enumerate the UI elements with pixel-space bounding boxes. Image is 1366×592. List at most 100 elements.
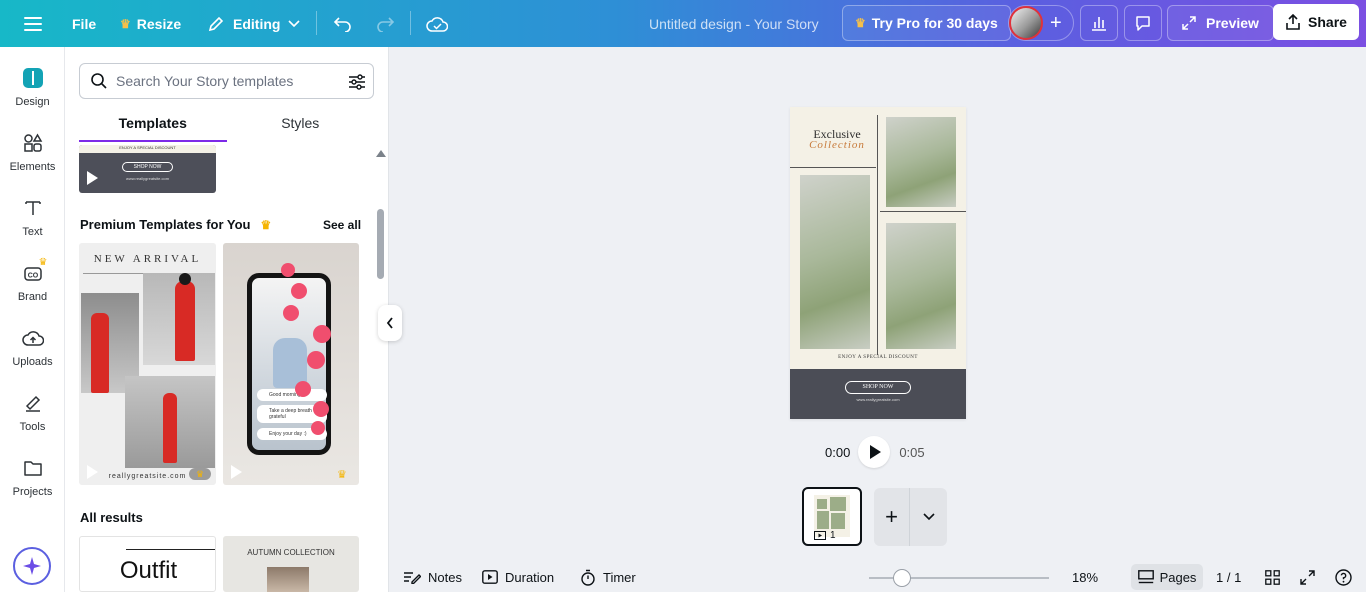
editing-label: Editing [233, 15, 281, 32]
crown-icon: ♛ [38, 257, 48, 268]
add-page-group: + [874, 488, 947, 546]
collaborators-group[interactable]: + [1008, 5, 1074, 41]
preview-button[interactable]: Preview [1167, 5, 1274, 41]
crown-icon: ♛ [855, 16, 866, 30]
fullscreen-icon[interactable] [1300, 562, 1315, 592]
templates-panel: Templates Styles ENJOY A SPECIAL DISCOUN… [65, 47, 389, 592]
rail-label-text: Text [22, 226, 43, 238]
see-all-link[interactable]: See all [323, 218, 361, 232]
rail-item-elements[interactable]: Elements [0, 126, 65, 186]
pages-icon [1137, 570, 1154, 584]
brand-icon: CO ♛ [22, 257, 47, 284]
stopwatch-icon [581, 569, 595, 586]
canvas-footer[interactable]: SHOP NOW www.reallygreatsite.com [790, 369, 966, 419]
avatar[interactable] [1009, 6, 1043, 40]
canvas-title-collection[interactable]: Collection [798, 139, 876, 151]
add-page-chevron-down-icon[interactable] [910, 488, 947, 546]
premium-heading-text: Premium Templates for You [80, 217, 251, 232]
try-pro-label: Try Pro for 30 days [871, 15, 998, 31]
play-icon [87, 171, 98, 185]
pages-button[interactable]: Pages [1131, 564, 1203, 590]
file-menu[interactable]: File [72, 0, 96, 47]
try-pro-button[interactable]: ♛ Try Pro for 30 days [842, 5, 1011, 41]
crown-icon: ♛ [120, 16, 131, 31]
help-icon[interactable] [1335, 562, 1352, 592]
rail-item-uploads[interactable]: Uploads [0, 321, 65, 381]
play-icon [87, 465, 98, 479]
canvas-area: Exclusive Collection ENJOY A SPECIAL DIS… [390, 47, 1366, 547]
design-page[interactable]: Exclusive Collection ENJOY A SPECIAL DIS… [790, 107, 966, 419]
result-template-outfit[interactable]: Outfit [79, 536, 216, 592]
left-rail: Design Elements Text CO ♛ Brand Uploads … [0, 47, 65, 592]
heart-icon [291, 283, 307, 299]
rail-item-text[interactable]: Text [0, 191, 65, 251]
resize-button[interactable]: ♛ Resize [120, 0, 181, 47]
search-box[interactable] [79, 63, 374, 99]
rail-label-uploads: Uploads [12, 356, 53, 368]
add-page-plus-icon[interactable]: + [874, 488, 910, 546]
template-thumbnail-top[interactable]: ENJOY A SPECIAL DISCOUNT SHOP NOW www.re… [79, 145, 216, 193]
menu-icon[interactable] [24, 0, 42, 47]
time-current: 0:00 [825, 444, 851, 460]
file-label: File [72, 15, 97, 32]
result-template-autumn[interactable]: AUTUMN COLLECTION [223, 536, 359, 592]
play-button[interactable] [858, 436, 891, 468]
canvas-url[interactable]: www.reallygreatsite.com [790, 397, 966, 402]
scroll-up-arrow[interactable] [376, 150, 386, 157]
notes-button[interactable]: Notes [403, 562, 462, 592]
share-button[interactable]: Share [1273, 4, 1359, 40]
pencil-icon [208, 16, 224, 31]
rail-label-design: Design [15, 96, 50, 108]
cloud-saved-icon[interactable] [426, 0, 448, 47]
insights-button[interactable] [1080, 5, 1118, 41]
canvas-photo-bottom-right[interactable] [886, 223, 956, 349]
rail-label-brand: Brand [17, 291, 48, 303]
bottom-bar: Notes Duration Timer 18% Pages 1 / 1 [390, 562, 1366, 592]
redo-icon[interactable] [375, 0, 395, 47]
heart-icon [295, 381, 311, 397]
canvas-discount-text[interactable]: ENJOY A SPECIAL DISCOUNT [790, 355, 966, 360]
document-title[interactable]: Untitled design - Your Story [649, 0, 819, 47]
sparkle-icon [23, 557, 41, 575]
thumb-discount-text: ENJOY A SPECIAL DISCOUNT [119, 145, 176, 150]
comments-button[interactable] [1124, 5, 1162, 41]
rail-item-projects[interactable]: Projects [0, 451, 65, 511]
chevron-down-icon [288, 19, 301, 27]
search-icon [91, 73, 107, 89]
heart-icon [283, 305, 299, 321]
video-icon [814, 530, 826, 540]
heart-icon [307, 351, 325, 369]
search-input[interactable] [116, 73, 336, 89]
panel-scrollbar[interactable] [377, 209, 384, 279]
rail-item-brand[interactable]: CO ♛ Brand [0, 256, 65, 316]
undo-icon[interactable] [333, 0, 353, 47]
zoom-slider-handle[interactable] [893, 569, 911, 587]
heart-icon [311, 421, 325, 435]
canvas-shop-now[interactable]: SHOP NOW [845, 381, 911, 394]
canvas-photo-left[interactable] [800, 175, 870, 349]
play-icon [231, 465, 242, 479]
editing-mode-dropdown[interactable]: Editing [207, 0, 301, 47]
filter-icon[interactable] [348, 73, 366, 91]
preview-label: Preview [1206, 15, 1259, 31]
rail-item-design[interactable]: Design [0, 61, 65, 121]
document-title-text: Untitled design - Your Story [649, 15, 819, 32]
magic-sparkle-button[interactable] [13, 547, 51, 585]
bar-chart-icon [1092, 17, 1106, 31]
elements-icon [22, 132, 44, 154]
premium-template-new-arrival[interactable]: NEW ARRIVAL reallygreatsite.com ♛ [79, 243, 216, 485]
tab-templates[interactable]: Templates [79, 111, 227, 142]
premium-template-phone-hearts[interactable]: Good morning Take a deep breath be grate… [223, 243, 359, 485]
comment-icon [1136, 16, 1150, 31]
canvas-photo-top-right[interactable] [886, 117, 956, 207]
grid-view-icon[interactable] [1265, 562, 1280, 592]
timer-button[interactable]: Timer [580, 562, 636, 592]
duration-button[interactable]: Duration [482, 562, 554, 592]
zoom-value-text: 18% [1072, 569, 1099, 585]
zoom-value[interactable]: 18% [1072, 562, 1098, 592]
plus-icon[interactable]: + [1050, 13, 1062, 33]
rail-item-tools[interactable]: Tools [0, 386, 65, 446]
timer-label: Timer [603, 569, 636, 585]
page-thumbnail[interactable]: 1 [802, 487, 862, 546]
tab-styles[interactable]: Styles [227, 111, 375, 143]
